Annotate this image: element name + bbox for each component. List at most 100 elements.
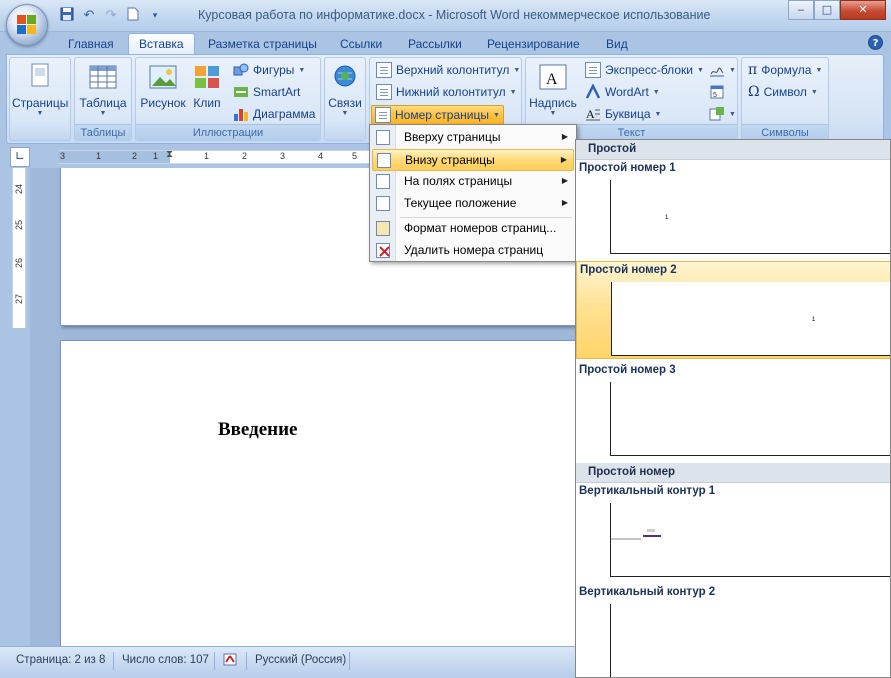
remove-page-numbers-icon [376,243,390,258]
header-icon [376,62,392,78]
omega-icon: Ω [748,84,760,100]
globe-link-icon [330,62,360,92]
gallery-item-plain-number-2[interactable]: Простой номер 2 1 [576,261,890,359]
close-button[interactable]: ✕ [840,0,886,20]
menu-item-label: Вверху страницы [404,130,501,144]
page-number-button[interactable]: Номер страницы ▼ [371,105,504,125]
svg-text:A: A [586,107,595,121]
divider [214,652,215,670]
ruler-tick: 24 [14,183,25,195]
customize-icon[interactable]: ▾ [146,7,164,25]
tab-review[interactable]: Рецензирование [487,34,580,54]
table-button[interactable]: Таблица ▼ [76,62,130,118]
tab-home[interactable]: Главная [68,34,114,54]
ruler-tick: 26 [14,257,25,269]
vertical-outline-preview-icon [611,529,661,540]
signature-line-button[interactable]: ▼ [706,60,739,80]
picture-button[interactable]: Рисунок [138,62,188,110]
menu-item-label: Внизу страницы [405,153,495,167]
illustrations-group-label: Иллюстрации [136,124,320,140]
menu-item-page-margins[interactable]: На полях страницы ▶ [372,171,574,193]
office-button[interactable] [6,4,48,46]
menu-item-format-page-numbers[interactable]: Формат номеров страниц... [372,218,574,240]
ruler-tick: 4 [318,151,324,161]
dropcap-button[interactable]: A Буквица ▼ [582,104,664,124]
chart-button[interactable]: Диаграмма [230,104,318,124]
submenu-arrow-icon: ▶ [561,132,568,141]
gallery-section-header: Простой [576,140,890,160]
shapes-button[interactable]: Фигуры ▼ [230,60,308,80]
tab-view[interactable]: Вид [606,34,628,54]
ruler-tick: 1 [204,151,210,161]
document-heading[interactable]: Введение [218,419,298,441]
ruler-tick: 3 [280,151,286,161]
new-document-icon[interactable] [124,7,142,25]
symbol-button[interactable]: Ω Символ ▼ [745,82,821,102]
gallery-item-plain-number-3[interactable]: Простой номер 3 [576,362,890,460]
page-bottom-icon [377,153,391,168]
signature-icon [709,62,725,78]
vertical-ruler[interactable]: 24 25 26 27 [12,168,26,328]
minimize-button[interactable]: ‒ [788,0,814,20]
wordart-button[interactable]: WordArt ▼ [582,82,663,102]
document-page[interactable]: Введение [60,340,576,646]
symbols-group-label: Символы [742,124,828,140]
tab-references[interactable]: Ссылки [340,34,382,54]
menu-item-current-position[interactable]: Текущее положение ▶ [372,193,574,215]
tab-page-layout[interactable]: Разметка страницы [208,34,317,54]
menu-item-label: Формат номеров страниц... [404,221,557,235]
gallery-item-vertical-outline-2[interactable]: Вертикальный контур 2 [576,584,890,677]
gallery-thumbnail [610,503,890,577]
tab-insert[interactable]: Вставка [128,33,195,55]
help-icon[interactable]: ? [868,35,883,50]
tables-group-label: Таблицы [75,124,131,140]
dropcap-icon: A [585,106,601,122]
date-time-button[interactable]: 5 [706,82,728,102]
ruler-tick: 1 [153,151,159,161]
divider [113,652,114,670]
dropdown-arrow-icon: ▼ [341,110,349,117]
gallery-item-vertical-outline-1[interactable]: Вертикальный контур 1 [576,483,890,581]
equation-button[interactable]: π Формула ▼ [745,60,825,80]
save-icon[interactable] [58,7,76,25]
gallery-item-title: Простой номер 3 [579,364,676,376]
redo-icon[interactable]: ↷ [102,7,120,25]
pages-button[interactable]: Страницы ▼ [12,62,68,118]
gallery-item-title: Вертикальный контур 1 [579,485,716,497]
clip-button[interactable]: Клип [190,62,224,110]
word-count-status[interactable]: Число слов: 107 [122,654,209,666]
links-button[interactable]: Связи ▼ [326,62,364,118]
dropdown-arrow-icon: ▼ [654,110,662,118]
header-button[interactable]: Верхний колонтитул ▼ [373,60,523,80]
dropdown-arrow-icon: ▼ [36,110,44,117]
page-count-status[interactable]: Страница: 2 из 8 [16,654,105,666]
wordart-label: WordArt [605,85,649,99]
indent-marker-icon[interactable]: ⧗ [166,149,173,160]
dropdown-arrow-icon: ▼ [509,88,517,96]
links-label: Связи [328,96,362,110]
window-title: Курсовая работа по информатике.docx - Mi… [198,8,711,22]
menu-item-top-of-page[interactable]: Вверху страницы ▶ [372,127,574,149]
footer-label: Нижний колонтитул [396,85,506,99]
ruler-tick: 5 [352,151,358,161]
undo-icon[interactable]: ↶ [80,7,98,25]
smartart-button[interactable]: SmartArt [230,82,303,102]
tab-mailings[interactable]: Рассылки [408,34,462,54]
menu-item-label: На полях страницы [404,174,513,188]
menu-item-remove-page-numbers[interactable]: Удалить номера страниц [372,240,574,262]
quickparts-button[interactable]: Экспресс-блоки ▼ [582,60,707,80]
tab-selector-button[interactable]: ∟ [10,147,30,167]
page-number-gallery: Простой Простой номер 1 1 Простой номер … [575,139,891,678]
maximize-button[interactable]: □ [814,0,840,20]
footer-button[interactable]: Нижний колонтитул ▼ [373,82,520,102]
dropdown-arrow-icon: ▼ [810,88,818,96]
dropdown-arrow-icon: ▼ [298,66,306,74]
picture-label: Рисунок [140,96,186,110]
object-button[interactable]: ▼ [706,104,739,124]
menu-item-bottom-of-page[interactable]: Внизу страницы ▶ [372,149,574,171]
textbox-button[interactable]: A Надпись ▼ [528,62,578,118]
proofing-icon[interactable] [222,652,240,671]
gallery-item-plain-number-1[interactable]: Простой номер 1 1 [576,160,890,258]
office-logo-icon [17,15,37,35]
language-status[interactable]: Русский (Россия) [255,654,346,666]
